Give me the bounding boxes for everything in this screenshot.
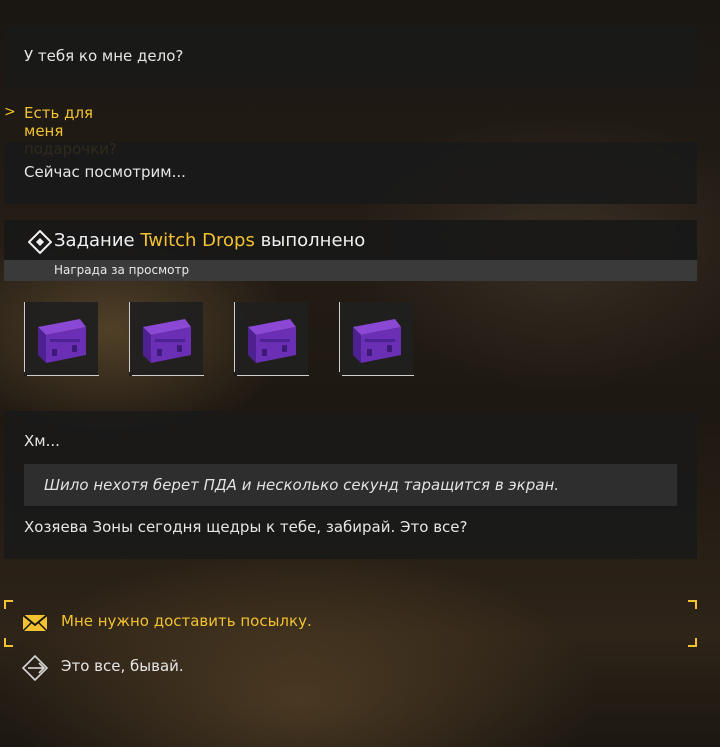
npc-line: Хозяева Зоны сегодня щедры к тебе, забир…	[24, 518, 468, 536]
purple-crate-icon	[143, 319, 191, 363]
chevron-right-icon: >	[4, 104, 16, 120]
npc-dialogue-panel-2: Сейчас посмотрим...	[4, 142, 697, 204]
reward-slot-4[interactable]	[339, 302, 414, 376]
choice-label: Это все, бывай.	[61, 657, 184, 675]
purple-crate-icon	[38, 319, 86, 363]
choice-label: Мне нужно доставить посылку.	[61, 612, 312, 630]
exit-arrow-icon	[22, 655, 48, 681]
quest-subtitle: Награда за просмотр	[54, 263, 190, 277]
choice-goodbye[interactable]: Это все, бывай.	[4, 645, 697, 689]
envelope-icon	[22, 614, 48, 632]
reward-slot-1[interactable]	[24, 302, 99, 376]
choice-deliver-parcel[interactable]: Мне нужно доставить посылку.	[4, 600, 697, 647]
reward-slot-2[interactable]	[129, 302, 204, 376]
quest-diamond-icon	[28, 230, 52, 254]
quest-title: Задание Twitch Drops выполнено	[54, 230, 366, 251]
npc-line: У тебя ко мне дело?	[24, 47, 184, 65]
npc-dialogue-panel-1: У тебя ко мне дело?	[4, 26, 697, 88]
quest-subtitle-bar: Награда за просмотр	[4, 260, 697, 281]
quest-name-highlight: Twitch Drops	[140, 230, 255, 251]
purple-crate-icon	[353, 319, 401, 363]
npc-line: Сейчас посмотрим...	[24, 163, 186, 181]
narration-box: Шило нехотя берет ПДА и несколько секунд…	[24, 464, 677, 506]
npc-line: Хм...	[24, 432, 60, 450]
quest-complete-banner: Задание Twitch Drops выполнено	[4, 220, 697, 260]
narration-text: Шило нехотя берет ПДА и несколько секунд…	[44, 476, 560, 494]
reward-slot-3[interactable]	[234, 302, 309, 376]
purple-crate-icon	[248, 319, 296, 363]
